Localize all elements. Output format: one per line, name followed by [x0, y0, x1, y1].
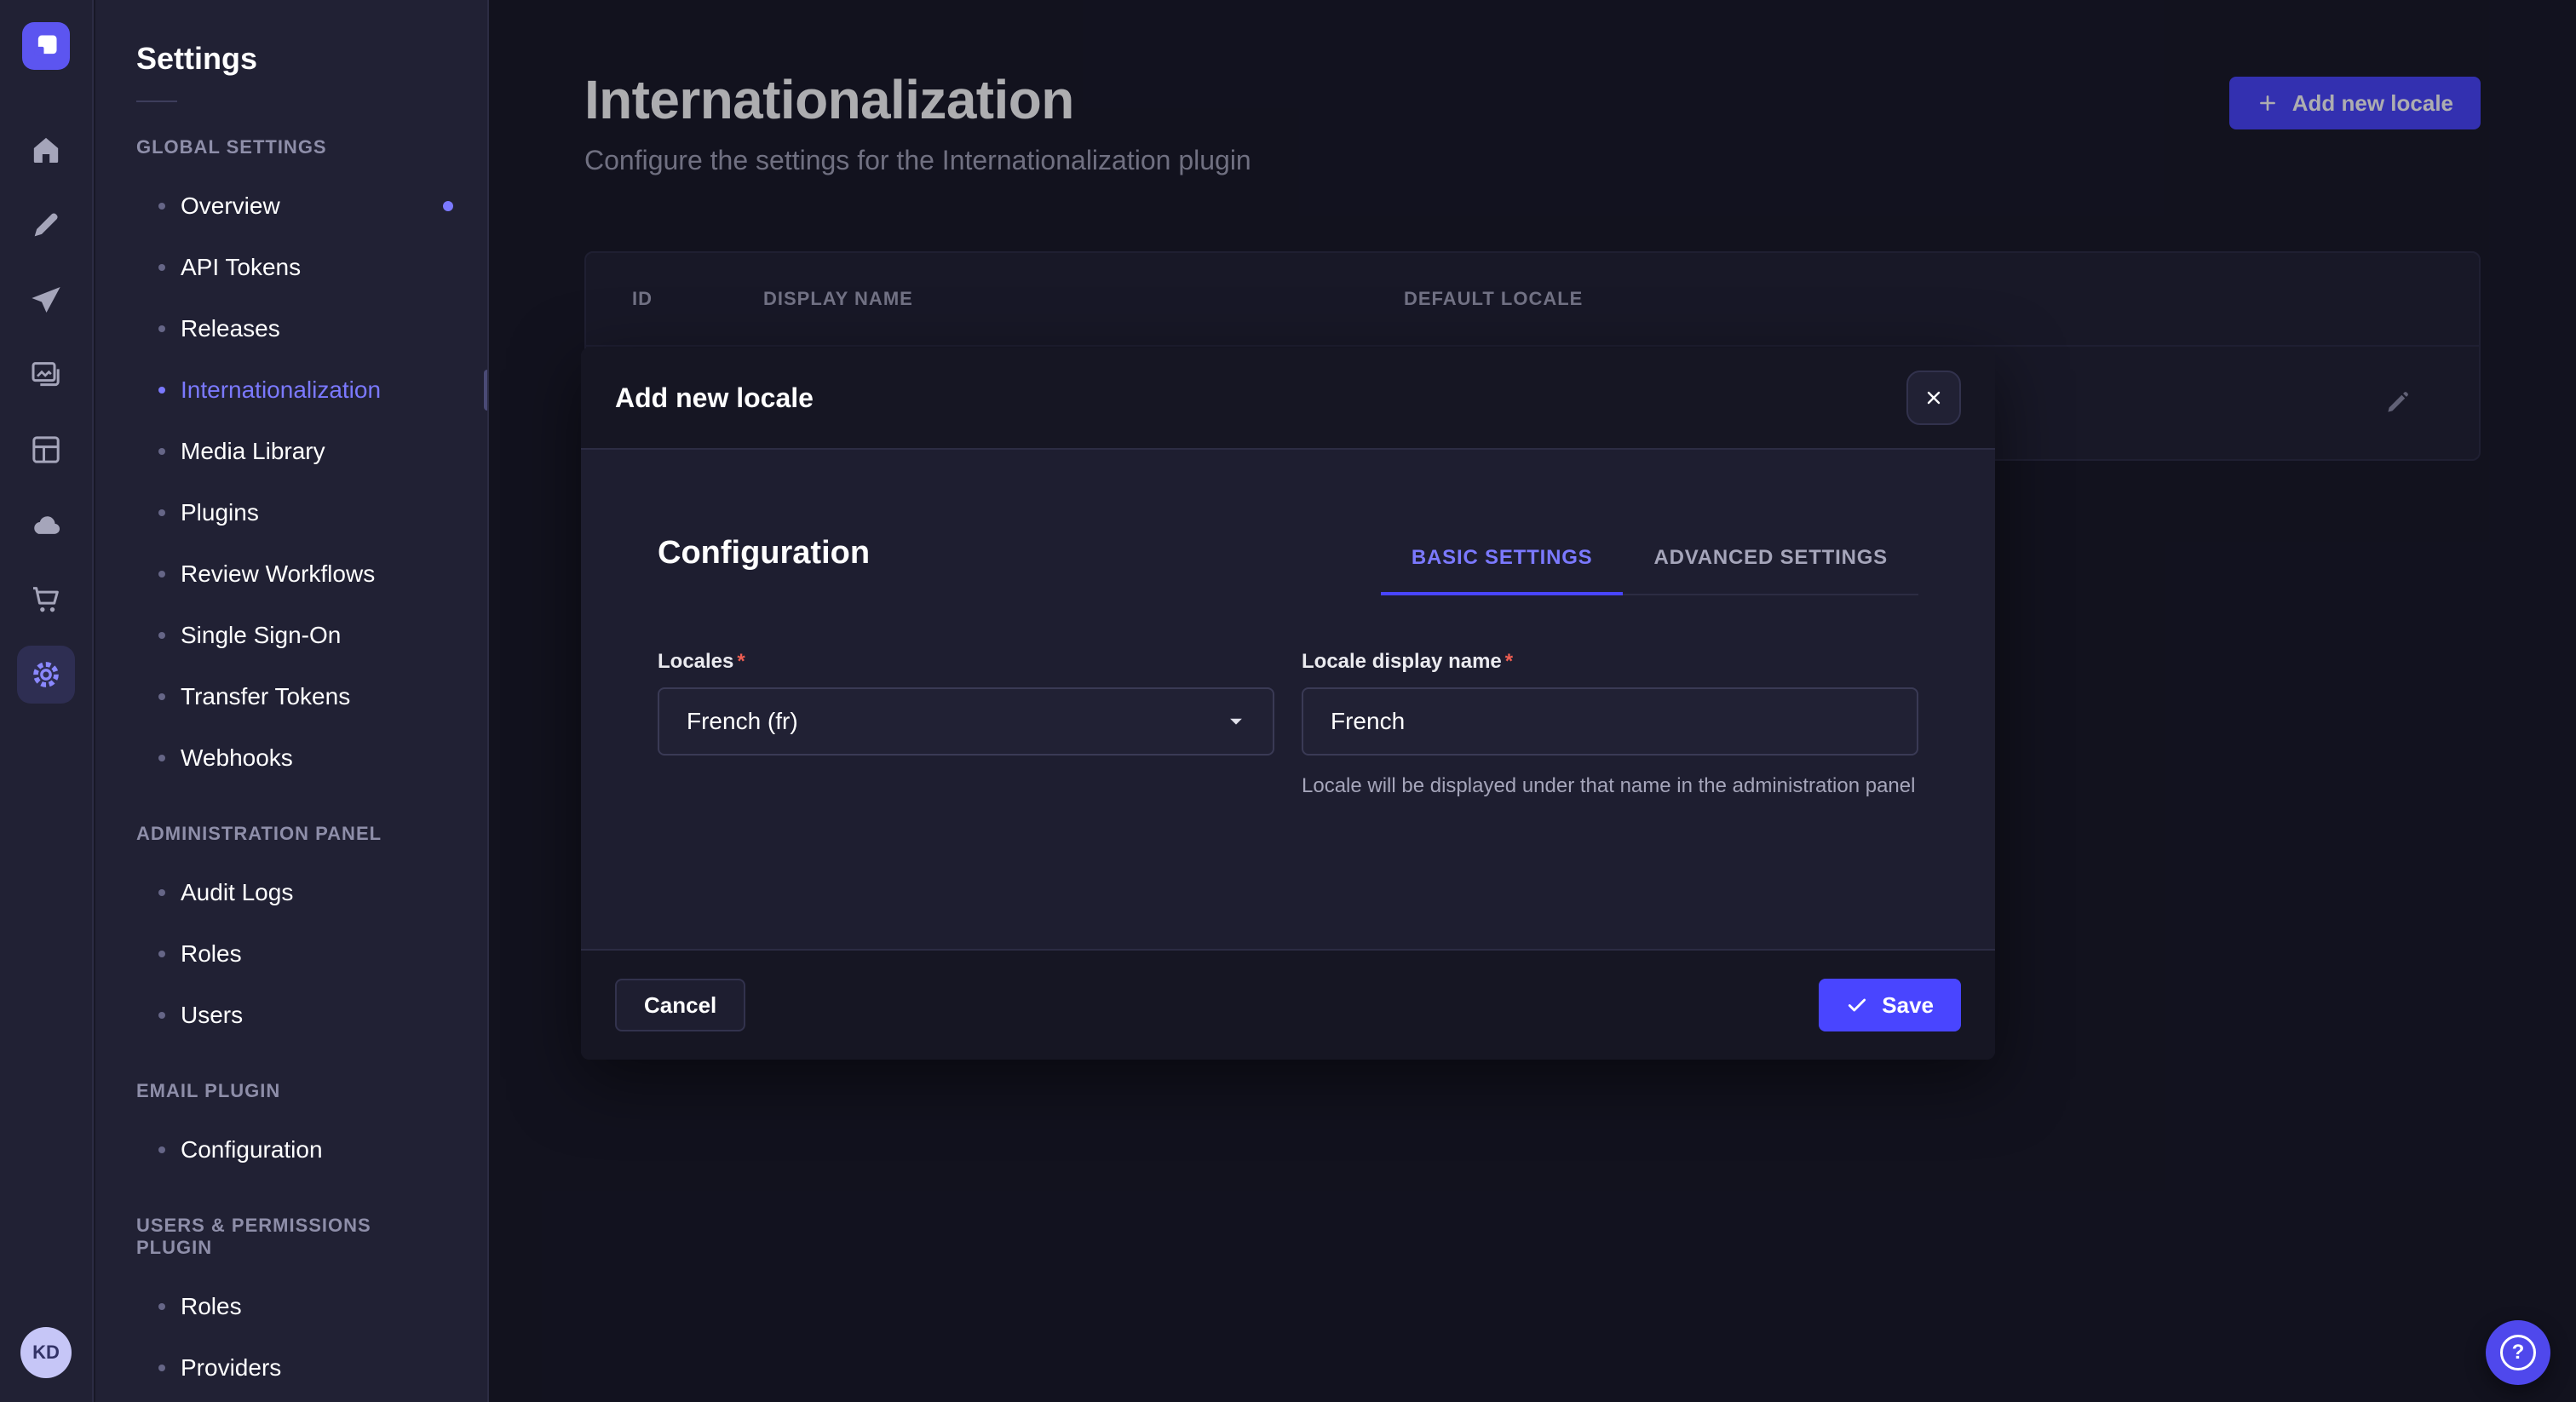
- sidebar-item-overview[interactable]: Overview: [95, 175, 487, 237]
- configuration-row: Configuration BASIC SETTINGS ADVANCED SE…: [658, 535, 1918, 595]
- help-button[interactable]: ?: [2486, 1320, 2550, 1385]
- modal-close-button[interactable]: [1906, 371, 1961, 425]
- content-manager-nav-button[interactable]: [17, 196, 75, 254]
- display-name-hint: Locale will be displayed under that name…: [1302, 773, 1918, 800]
- check-icon: [1846, 994, 1868, 1016]
- sidebar-item-internationalization[interactable]: Internationalization: [95, 359, 487, 421]
- section-email-plugin: EMAIL PLUGIN Configuration: [95, 1080, 487, 1181]
- bullet-icon: [158, 632, 165, 639]
- section-label: USERS & PERMISSIONS PLUGIN: [95, 1215, 487, 1259]
- tab-advanced-settings[interactable]: ADVANCED SETTINGS: [1623, 546, 1918, 594]
- sidebar-title: Settings: [136, 41, 446, 77]
- notification-dot-icon: [443, 201, 453, 211]
- section-label: ADMINISTRATION PANEL: [95, 823, 487, 845]
- strapi-logo[interactable]: [22, 22, 70, 70]
- sidebar-item-single-sign-on[interactable]: Single Sign-On: [95, 605, 487, 666]
- close-icon: [1923, 388, 1944, 408]
- layout-icon: [29, 433, 63, 467]
- media-library-nav-button[interactable]: [17, 346, 75, 404]
- bullet-icon: [158, 203, 165, 210]
- bullet-icon: [158, 693, 165, 700]
- media-library-icon: [29, 358, 63, 392]
- main-nav-rail: KD: [0, 0, 94, 1402]
- locale-form: Locales * French (fr) Locale display nam…: [658, 650, 1918, 800]
- sidebar-item-media-library[interactable]: Media Library: [95, 421, 487, 482]
- display-name-label: Locale display name *: [1302, 650, 1918, 674]
- display-name-field: Locale display name * Locale will be dis…: [1302, 650, 1918, 800]
- marketplace-nav-button[interactable]: [17, 571, 75, 629]
- sidebar-item-providers[interactable]: Providers: [95, 1337, 487, 1399]
- required-asterisk: *: [737, 650, 745, 674]
- sidebar-item-admin-roles[interactable]: Roles: [95, 923, 487, 985]
- sidebar-title-divider: [136, 101, 177, 102]
- home-nav-button[interactable]: [17, 121, 75, 179]
- bullet-icon: [158, 755, 165, 761]
- modal-header: Add new locale: [581, 348, 1995, 450]
- bullet-icon: [158, 264, 165, 271]
- required-asterisk: *: [1505, 650, 1513, 674]
- paper-plane-icon: [29, 283, 63, 317]
- sidebar-item-webhooks[interactable]: Webhooks: [95, 727, 487, 789]
- locales-label: Locales *: [658, 650, 1274, 674]
- releases-nav-button[interactable]: [17, 271, 75, 329]
- bullet-icon: [158, 325, 165, 332]
- bullet-icon: [158, 1012, 165, 1019]
- locales-field: Locales * French (fr): [658, 650, 1274, 800]
- app-viewport: KD Settings GLOBAL SETTINGS Overview API…: [0, 0, 2576, 1402]
- sidebar-item-releases[interactable]: Releases: [95, 298, 487, 359]
- section-users-permissions-plugin: USERS & PERMISSIONS PLUGIN Roles Provide…: [95, 1215, 487, 1399]
- sidebar-item-plugins[interactable]: Plugins: [95, 482, 487, 543]
- content-manager-icon: [29, 208, 63, 242]
- sidebar-item-transfer-tokens[interactable]: Transfer Tokens: [95, 666, 487, 727]
- bullet-icon: [158, 448, 165, 455]
- modal-title: Add new locale: [615, 382, 814, 414]
- question-icon: ?: [2500, 1335, 2536, 1370]
- section-label: GLOBAL SETTINGS: [95, 136, 487, 158]
- tab-basic-settings[interactable]: BASIC SETTINGS: [1381, 546, 1624, 594]
- avatar[interactable]: KD: [20, 1327, 72, 1378]
- display-name-input[interactable]: [1302, 687, 1918, 756]
- save-button[interactable]: Save: [1819, 979, 1961, 1031]
- chevron-down-icon: [1227, 712, 1245, 731]
- cloud-icon: [29, 508, 63, 542]
- modal-body: Configuration BASIC SETTINGS ADVANCED SE…: [581, 450, 1995, 949]
- locales-select[interactable]: French (fr): [658, 687, 1274, 756]
- modal-footer: Cancel Save: [581, 949, 1995, 1060]
- sidebar-header: Settings: [95, 0, 487, 102]
- sidebar-item-review-workflows[interactable]: Review Workflows: [95, 543, 487, 605]
- bullet-icon: [158, 387, 165, 394]
- content-type-builder-nav-button[interactable]: [17, 421, 75, 479]
- sidebar-item-api-tokens[interactable]: API Tokens: [95, 237, 487, 298]
- configuration-heading: Configuration: [658, 535, 870, 595]
- strapi-logo-icon: [29, 29, 63, 63]
- bullet-icon: [158, 889, 165, 896]
- shopping-cart-icon: [29, 583, 63, 617]
- deploy-nav-button[interactable]: [17, 496, 75, 554]
- sidebar-item-email-configuration[interactable]: Configuration: [95, 1119, 487, 1181]
- sidebar-item-audit-logs[interactable]: Audit Logs: [95, 862, 487, 923]
- bullet-icon: [158, 951, 165, 957]
- bullet-icon: [158, 509, 165, 516]
- bullet-icon: [158, 1146, 165, 1153]
- bullet-icon: [158, 1365, 165, 1371]
- section-label: EMAIL PLUGIN: [95, 1080, 487, 1102]
- bullet-icon: [158, 571, 165, 577]
- gear-icon: [29, 658, 63, 692]
- settings-nav: GLOBAL SETTINGS Overview API Tokens Rele…: [95, 136, 487, 1399]
- sidebar-item-admin-users[interactable]: Users: [95, 985, 487, 1046]
- settings-nav-button[interactable]: [17, 646, 75, 704]
- home-icon: [29, 133, 63, 167]
- bullet-icon: [158, 1303, 165, 1310]
- add-locale-modal: Add new locale Configuration BASIC SETTI…: [581, 348, 1995, 1060]
- cancel-button[interactable]: Cancel: [615, 979, 745, 1031]
- locales-select-value: French (fr): [687, 708, 798, 735]
- sidebar-item-up-roles[interactable]: Roles: [95, 1276, 487, 1337]
- rail-nav: [17, 121, 75, 704]
- section-global-settings: GLOBAL SETTINGS Overview API Tokens Rele…: [95, 136, 487, 789]
- settings-tabs: BASIC SETTINGS ADVANCED SETTINGS: [1381, 546, 1918, 595]
- settings-sidebar: Settings GLOBAL SETTINGS Overview API To…: [95, 0, 489, 1402]
- section-administration-panel: ADMINISTRATION PANEL Audit Logs Roles Us…: [95, 823, 487, 1046]
